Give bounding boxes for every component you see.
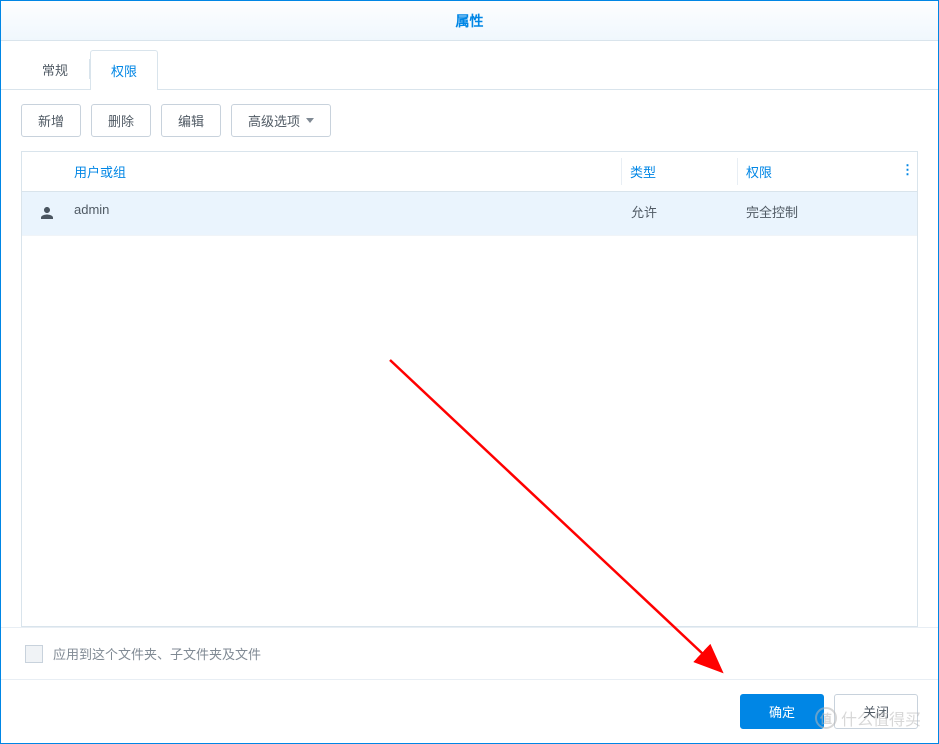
th-icon — [22, 152, 66, 191]
th-menu[interactable]: ⋮ — [893, 152, 917, 191]
th-user-or-group[interactable]: 用户或组 — [66, 152, 621, 191]
tab-general-label: 常规 — [42, 63, 68, 78]
dialog-title: 属性 — [1, 1, 938, 41]
kebab-menu-icon[interactable]: ⋮ — [901, 162, 914, 177]
toolbar: 新增 删除 编辑 高级选项 — [1, 90, 938, 151]
row-permission: 完全控制 — [738, 192, 893, 235]
row-user-icon-cell — [22, 192, 66, 235]
edit-button[interactable]: 编辑 — [161, 104, 221, 137]
delete-button[interactable]: 删除 — [91, 104, 151, 137]
table-row[interactable]: admin 允许 完全控制 — [22, 192, 917, 236]
row-user: admin — [66, 192, 623, 235]
table-header: 用户或组 类型 权限 ⋮ — [22, 152, 917, 192]
close-button[interactable]: 关闭 — [834, 694, 918, 729]
tab-general[interactable]: 常规 — [21, 49, 89, 89]
row-menu-spacer — [893, 192, 917, 235]
close-button-label: 关闭 — [863, 705, 889, 720]
row-type: 允许 — [623, 192, 738, 235]
advanced-options-button[interactable]: 高级选项 — [231, 104, 331, 137]
add-button-label: 新增 — [38, 111, 64, 130]
apply-recursive-row: 应用到这个文件夹、子文件夹及文件 — [1, 627, 938, 679]
delete-button-label: 删除 — [108, 111, 134, 130]
tab-permission[interactable]: 权限 — [90, 50, 158, 90]
footer-buttons: 确定 关闭 — [1, 679, 938, 743]
advanced-options-label: 高级选项 — [248, 111, 300, 130]
th-type[interactable]: 类型 — [622, 152, 737, 191]
apply-recursive-checkbox[interactable] — [25, 645, 43, 663]
ok-button-label: 确定 — [769, 705, 795, 720]
add-button[interactable]: 新增 — [21, 104, 81, 137]
permissions-table: 用户或组 类型 权限 ⋮ admin 允许 完全控制 — [21, 151, 918, 627]
apply-recursive-label: 应用到这个文件夹、子文件夹及文件 — [53, 644, 261, 663]
chevron-down-icon — [306, 118, 314, 123]
tab-bar: 常规 权限 — [1, 41, 938, 90]
tab-permission-label: 权限 — [111, 64, 137, 79]
edit-button-label: 编辑 — [178, 111, 204, 130]
th-permission[interactable]: 权限 — [738, 152, 893, 191]
ok-button[interactable]: 确定 — [740, 694, 824, 729]
properties-dialog: 属性 常规 权限 新增 删除 编辑 高级选项 用户或组 类型 — [0, 0, 939, 744]
user-icon — [38, 204, 56, 222]
